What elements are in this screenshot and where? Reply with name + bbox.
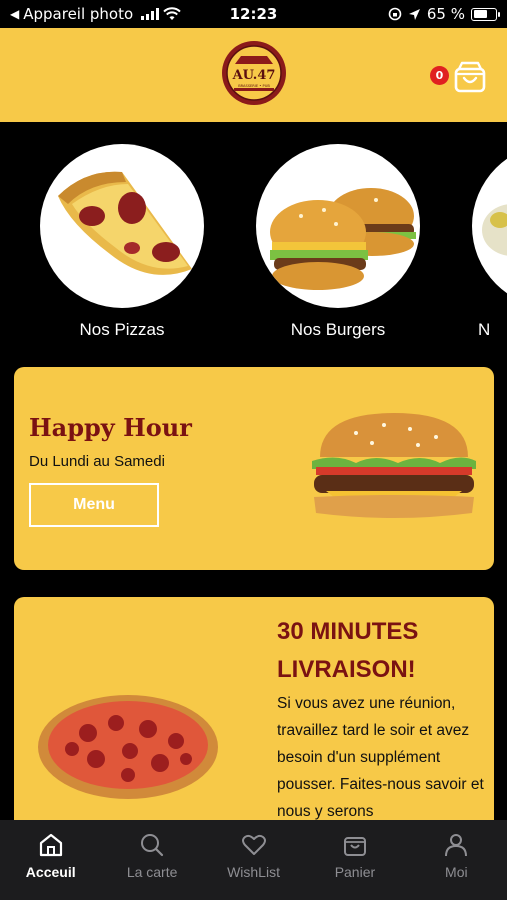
shopping-bag-icon <box>454 61 486 93</box>
category-burgers[interactable]: Nos Burgers <box>256 144 420 340</box>
category-third[interactable]: N <box>472 144 507 340</box>
category-label: N <box>478 320 491 339</box>
home-icon <box>39 833 62 857</box>
brand-logo[interactable]: AU.47 BRASSERIE • PUB <box>221 40 287 106</box>
battery-level <box>473 10 487 18</box>
tab-label: La carte <box>126 864 178 880</box>
category-label: Nos Pizzas <box>79 320 165 339</box>
tab-label: WishList <box>227 864 280 880</box>
category-label: Nos Burgers <box>290 320 386 339</box>
happy-hour-title: Happy Hour <box>29 413 192 442</box>
status-bar: ◀ Appareil photo 12:23 65 % <box>0 0 507 28</box>
pizza-image <box>38 695 218 799</box>
category-pizzas[interactable]: Nos Pizzas <box>40 144 204 340</box>
category-carousel[interactable]: Nos Pizzas Nos Burgers N <box>0 122 507 352</box>
search-icon <box>141 834 164 857</box>
rotation-lock-icon <box>388 7 402 21</box>
heart-icon <box>241 834 266 855</box>
tab-la-carte[interactable]: La carte <box>101 820 202 900</box>
delivery-title: 30 MINUTES LIVRAISON! <box>277 618 419 683</box>
location-icon <box>408 8 420 20</box>
logo-text: AU.47 <box>232 68 276 83</box>
logo-subtext: BRASSERIE • PUB <box>238 84 270 88</box>
delivery-text: Si vous avez une réunion, travaillez tar… <box>277 695 484 820</box>
tab-label: Moi <box>445 864 468 880</box>
menu-button[interactable]: Menu <box>29 483 159 527</box>
tab-moi[interactable]: Moi <box>406 820 507 900</box>
app-header: AU.47 BRASSERIE • PUB 0 <box>0 28 507 122</box>
delivery-card[interactable]: 30 MINUTES LIVRAISON! Si vous avez une r… <box>14 597 494 837</box>
tab-label: Panier <box>334 864 376 880</box>
category-third-image <box>472 144 507 308</box>
happy-hour-card[interactable]: Happy Hour Du Lundi au Samedi Menu <box>14 367 494 570</box>
burger-image <box>312 413 476 518</box>
bag-icon <box>343 837 366 856</box>
tab-acceuil[interactable]: Acceuil <box>0 820 101 900</box>
cart-button[interactable]: 0 <box>430 60 487 94</box>
user-icon <box>445 834 468 857</box>
happy-hour-subtitle: Du Lundi au Samedi <box>29 453 165 470</box>
cart-count-badge: 0 <box>430 66 449 85</box>
burgers-image <box>256 144 420 308</box>
tab-wishlist[interactable]: WishList <box>203 820 304 900</box>
battery-percent: 65 % <box>426 5 465 23</box>
pizza-slice-image <box>40 144 204 308</box>
battery-icon <box>471 7 500 21</box>
status-right: 65 % <box>388 5 500 23</box>
tab-label: Acceuil <box>25 864 76 880</box>
tab-panier[interactable]: Panier <box>304 820 405 900</box>
bottom-tab-bar: Acceuil La carte WishList Panier Moi <box>0 820 507 900</box>
